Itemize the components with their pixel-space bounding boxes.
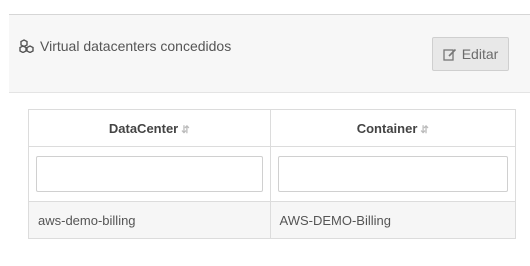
column-header-container[interactable]: Container ⇵ <box>269 109 517 147</box>
panel-header: Virtual datacenters concedidos Editar <box>9 15 530 93</box>
edit-button-label: Editar <box>461 46 499 62</box>
filter-row <box>28 146 517 202</box>
filter-cell <box>28 146 271 202</box>
panel-title: Virtual datacenters concedidos <box>19 38 231 54</box>
filter-cell <box>269 146 517 202</box>
datacenter-table: DataCenter ⇵ Container ⇵ aws-demo-billing … <box>28 109 517 239</box>
column-header-label: DataCenter <box>108 120 179 136</box>
container-cell: AWS-DEMO-Billing <box>269 201 517 239</box>
sort-icon: ⇵ <box>181 124 190 136</box>
column-header-label: Container <box>356 120 418 136</box>
cubes-icon <box>19 39 35 53</box>
datacenter-filter-input[interactable] <box>36 156 263 192</box>
panel-title-text: Virtual datacenters concedidos <box>40 38 232 54</box>
edit-icon <box>443 48 457 61</box>
column-header-datacenter[interactable]: DataCenter ⇵ <box>28 109 271 147</box>
datacenter-cell: aws-demo-billing <box>28 201 271 239</box>
container-filter-input[interactable] <box>277 156 508 192</box>
edit-button[interactable]: Editar <box>432 37 509 71</box>
table-header-row: DataCenter ⇵ Container ⇵ <box>28 109 517 147</box>
sort-icon: ⇵ <box>420 124 429 136</box>
table-row[interactable]: aws-demo-billing AWS-DEMO-Billing <box>28 201 517 239</box>
